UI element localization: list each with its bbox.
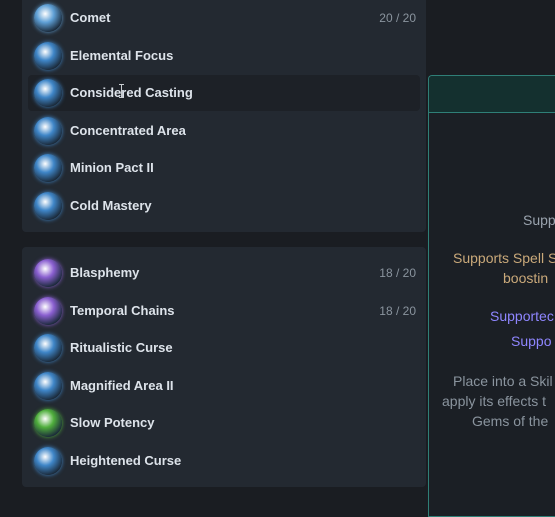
gem-row[interactable]: Magnified Area II — [28, 368, 420, 404]
considered-casting-gem-icon — [34, 79, 62, 107]
cold-mastery-gem-icon — [34, 191, 62, 220]
gem-name: Minion Pact II — [70, 160, 154, 175]
comet-gem-icon — [34, 4, 62, 32]
gem-tooltip: C Supp Supports Spell S boostin Supporte… — [428, 75, 555, 517]
gem-row[interactable]: Cold Mastery — [28, 188, 420, 224]
tooltip-line: Gems of the — [472, 413, 549, 429]
gem-row[interactable]: Ritualistic Curse — [28, 330, 420, 366]
gem-name: Considered Casting — [70, 85, 193, 100]
gem-row[interactable]: Temporal Chains 18 / 20 — [28, 293, 420, 329]
ritualistic-curse-gem-icon — [34, 334, 62, 362]
tooltip-line: Supportec — [490, 308, 554, 324]
slow-potency-gem-icon — [34, 409, 62, 437]
gem-row[interactable]: Considered Casting — [28, 75, 420, 111]
gem-name: Concentrated Area — [70, 122, 186, 138]
text-cursor-icon — [119, 84, 124, 98]
tooltip-header — [429, 76, 555, 113]
gem-name: Ritualistic Curse — [70, 340, 173, 355]
heightened-curse-gem-icon — [34, 446, 62, 475]
gem-name: Temporal Chains — [70, 302, 175, 318]
gem-row[interactable]: Comet 20 / 20 — [28, 0, 420, 36]
tooltip-accent-text: C — [429, 148, 555, 168]
tooltip-line: Supports Spell S — [453, 250, 555, 266]
gem-group-1: Comet 20 / 20 Elemental Focus Considered Ca… — [22, 0, 426, 232]
concentrated-area-gem-icon — [34, 116, 62, 145]
gem-row[interactable]: Heightened Curse — [28, 443, 420, 479]
gem-name: Magnified Area II — [70, 377, 174, 393]
gem-name: Blasphemy — [70, 265, 140, 280]
minion-pact-gem-icon — [34, 154, 62, 182]
gem-name: Elemental Focus — [70, 47, 174, 63]
gem-name: Cold Mastery — [70, 197, 152, 213]
magnified-area-gem-icon — [34, 371, 62, 400]
tooltip-line: apply its effects t — [442, 393, 547, 409]
tooltip-line: Place into a Skil — [453, 373, 553, 389]
gem-row[interactable]: Slow Potency — [28, 405, 420, 441]
gem-level: 18 / 20 — [379, 303, 416, 318]
tooltip-line: boostin — [503, 270, 549, 286]
tooltip-line: Suppo — [511, 333, 552, 349]
blasphemy-gem-icon — [34, 259, 62, 287]
gem-name: Comet — [70, 10, 111, 25]
gem-row[interactable]: Blasphemy 18 / 20 — [28, 255, 420, 291]
gem-name: Slow Potency — [70, 415, 155, 430]
tooltip-line: Supp — [523, 212, 555, 228]
gem-row[interactable]: Minion Pact II — [28, 150, 420, 186]
gem-level: 18 / 20 — [379, 266, 416, 280]
elemental-focus-gem-icon — [34, 41, 62, 70]
gem-row[interactable]: Elemental Focus — [28, 38, 420, 74]
gem-group-2: Blasphemy 18 / 20 Temporal Chains 18 / 20 Ri… — [22, 247, 426, 487]
gem-row[interactable]: Concentrated Area — [28, 113, 420, 149]
temporal-chains-gem-icon — [34, 296, 62, 325]
gem-level: 20 / 20 — [379, 11, 416, 25]
gem-name: Heightened Curse — [70, 452, 182, 468]
